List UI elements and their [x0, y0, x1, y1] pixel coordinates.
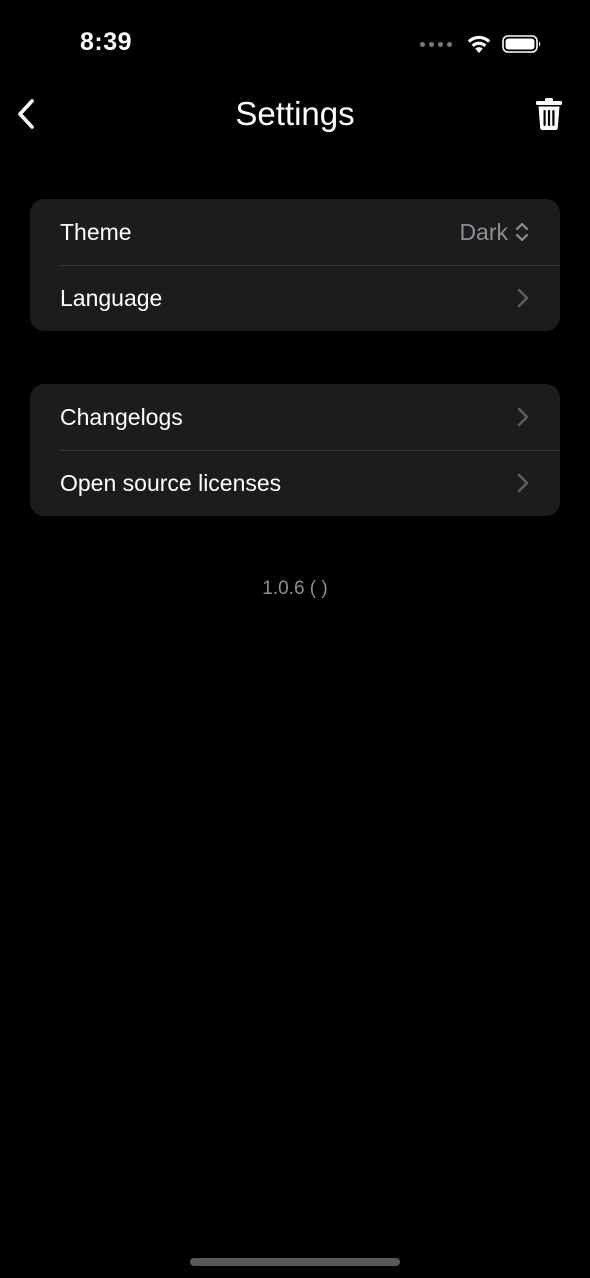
theme-row[interactable]: Theme Dark — [30, 199, 560, 265]
version-label: 1.0.6 ( ) — [262, 578, 328, 599]
wifi-icon — [467, 35, 491, 53]
chevron-right-icon — [516, 407, 530, 427]
cellular-signal-icon — [420, 41, 452, 47]
chevron-right-icon — [516, 288, 530, 308]
open-source-licenses-row[interactable]: Open source licenses — [30, 450, 560, 516]
language-label: Language — [60, 284, 163, 311]
open-source-licenses-label: Open source licenses — [60, 469, 282, 496]
theme-picker[interactable]: Dark — [459, 219, 530, 246]
changelogs-row[interactable]: Changelogs — [30, 384, 560, 450]
home-indicator — [190, 1258, 400, 1266]
delete-button[interactable] — [532, 96, 566, 132]
page-title: Settings — [235, 95, 355, 132]
language-row[interactable]: Language — [30, 265, 560, 331]
chevron-up-down-icon — [515, 222, 529, 242]
status-icons — [420, 32, 542, 56]
chevron-right-icon — [516, 473, 530, 493]
settings-group-appearance: Theme Dark Language — [30, 199, 560, 331]
trash-icon — [536, 98, 562, 130]
theme-value: Dark — [459, 218, 508, 245]
battery-icon — [502, 35, 541, 53]
navigation-bar: Settings — [0, 88, 590, 142]
status-bar: 8:39 — [0, 0, 590, 88]
status-time: 8:39 — [80, 28, 133, 56]
theme-label: Theme — [60, 218, 132, 245]
settings-group-about: Changelogs Open source licenses — [30, 384, 560, 516]
changelogs-label: Changelogs — [60, 403, 183, 430]
